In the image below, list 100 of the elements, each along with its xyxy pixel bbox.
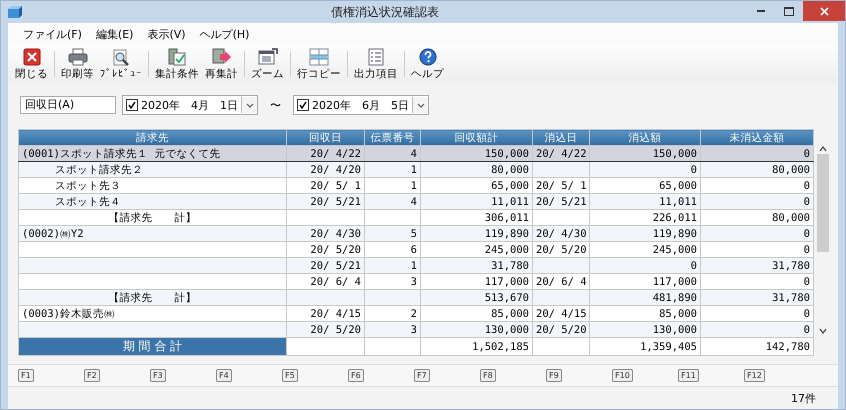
table-cell	[364, 290, 420, 306]
toolbar-button[interactable]: ヘルプ	[408, 47, 447, 81]
help-icon	[418, 48, 436, 66]
close-button[interactable]	[803, 1, 845, 21]
table-cell: 119,890	[420, 226, 532, 242]
function-key[interactable]: F4	[216, 369, 232, 382]
function-key[interactable]: F11	[678, 369, 699, 382]
table-cell: 31,780	[700, 290, 814, 306]
list-icon	[368, 48, 384, 66]
table-cell: 20/ 4/22	[532, 146, 590, 162]
function-key[interactable]: F2	[84, 369, 100, 382]
menu-item[interactable]: ヘルプ(H)	[194, 26, 254, 42]
table-cell: 0	[700, 146, 814, 162]
function-key[interactable]: F6	[348, 369, 364, 382]
table-cell: 20/ 4/22	[286, 146, 364, 162]
date-picker[interactable]: 2020年 6月 5日	[293, 95, 429, 115]
function-key[interactable]: F10	[612, 369, 633, 382]
table-cell: スポット先４	[18, 194, 286, 210]
table-cell	[532, 290, 590, 306]
menu-item[interactable]: ファイル(F)	[18, 26, 87, 42]
column-header[interactable]: 請求先	[18, 130, 286, 146]
column-header[interactable]: 消込額	[590, 130, 700, 146]
table-cell: 20/ 5/21	[286, 258, 364, 274]
table-cell: 130,000	[590, 322, 700, 338]
table-cell: スポット請求先２	[18, 162, 286, 178]
scroll-up-icon[interactable]	[818, 146, 826, 152]
dropdown-caret-icon[interactable]	[416, 102, 424, 108]
table-cell: 80,000	[700, 162, 814, 178]
toolbar-button[interactable]: 印刷等	[58, 47, 97, 81]
checkbox[interactable]	[126, 99, 138, 111]
table-cell: 4	[364, 194, 420, 210]
function-key[interactable]: F8	[480, 369, 496, 382]
table-cell: 150,000	[420, 146, 532, 162]
table-cell: 31,780	[700, 258, 814, 274]
menu-item[interactable]: 編集(E)	[90, 26, 138, 42]
toolbar-button[interactable]: 出力項目	[351, 47, 401, 81]
function-key[interactable]: F3	[150, 369, 166, 382]
dropdown-caret-icon[interactable]	[246, 102, 254, 108]
table-cell: 150,000	[590, 146, 700, 162]
function-key[interactable]: F7	[414, 369, 430, 382]
table-cell: 1,502,185	[420, 338, 532, 356]
toolbar-button[interactable]: 再集計	[202, 47, 241, 81]
table-cell: 80,000	[420, 162, 532, 178]
minimize-icon	[757, 10, 765, 12]
table-cell: 0	[700, 226, 814, 242]
table-cell: 3	[364, 322, 420, 338]
column-header[interactable]: 伝票番号	[364, 130, 420, 146]
record-count: 17件	[791, 390, 816, 406]
table-cell	[532, 338, 590, 356]
table-cell: 20/ 5/21	[532, 194, 590, 210]
function-key[interactable]: F9	[546, 369, 562, 382]
table-cell: 481,890	[590, 290, 700, 306]
sheet-arrow-icon	[212, 48, 232, 66]
function-key[interactable]: F5	[282, 369, 298, 382]
table-cell: 20/ 5/20	[532, 322, 590, 338]
column-header[interactable]: 消込日	[532, 130, 590, 146]
table-cell: 130,000	[420, 322, 532, 338]
column-header[interactable]: 未消込金額	[700, 130, 814, 146]
toolbar-button[interactable]: 行コピー	[294, 47, 344, 81]
scrollbar-thumb[interactable]	[816, 154, 828, 252]
toolbar-button[interactable]: ズーム	[248, 47, 287, 81]
close-icon	[22, 48, 40, 66]
function-key[interactable]: F12	[744, 369, 765, 382]
table-cell: 20/ 4/30	[286, 226, 364, 242]
window-zoom-icon	[258, 48, 278, 66]
toolbar-button[interactable]: 集計条件	[152, 47, 202, 81]
table-cell: 1,359,405	[590, 338, 700, 356]
toolbar-button[interactable]: 閉じる	[12, 47, 51, 81]
column-header[interactable]: 回収額計	[420, 130, 532, 146]
table-cell: 0	[700, 194, 814, 210]
table-cell	[364, 338, 420, 356]
menu-item[interactable]: 表示(V)	[142, 26, 191, 42]
table-cell: 20/ 4/20	[286, 162, 364, 178]
table-cell: 513,670	[420, 290, 532, 306]
table-cell: 0	[590, 258, 700, 274]
table-cell: (0001)スポット請求先１ 元でなくて先	[18, 146, 286, 162]
table-cell: (0002)㈱Y2	[18, 226, 286, 242]
printer-icon	[68, 48, 88, 66]
table-cell: 【請求先 計】	[18, 290, 286, 306]
table-rows-icon	[309, 48, 329, 66]
table-cell: 142,780	[700, 338, 814, 356]
field-select[interactable]: 回収日(A)	[20, 96, 116, 114]
table-cell	[532, 162, 590, 178]
scroll-down-icon[interactable]	[818, 328, 826, 334]
close-icon	[820, 6, 828, 16]
date-picker[interactable]: 2020年 4月 1日	[122, 95, 258, 115]
toolbar-button[interactable]: ﾌﾟﾚﾋﾞｭｰ	[97, 47, 145, 81]
column-header[interactable]: 回収日	[286, 130, 364, 146]
table-cell: 119,890	[590, 226, 700, 242]
table-cell: 20/ 5/20	[286, 322, 364, 338]
table-cell	[532, 258, 590, 274]
function-key[interactable]: F1	[18, 369, 34, 382]
table-cell: 1	[364, 258, 420, 274]
table-cell: 4	[364, 146, 420, 162]
table-cell: 20/ 5/21	[286, 194, 364, 210]
checkbox[interactable]	[297, 99, 309, 111]
table-cell: 5	[364, 226, 420, 242]
table-cell: 0	[700, 322, 814, 338]
table-cell: 31,780	[420, 258, 532, 274]
table-cell: 20/ 4/30	[532, 226, 590, 242]
